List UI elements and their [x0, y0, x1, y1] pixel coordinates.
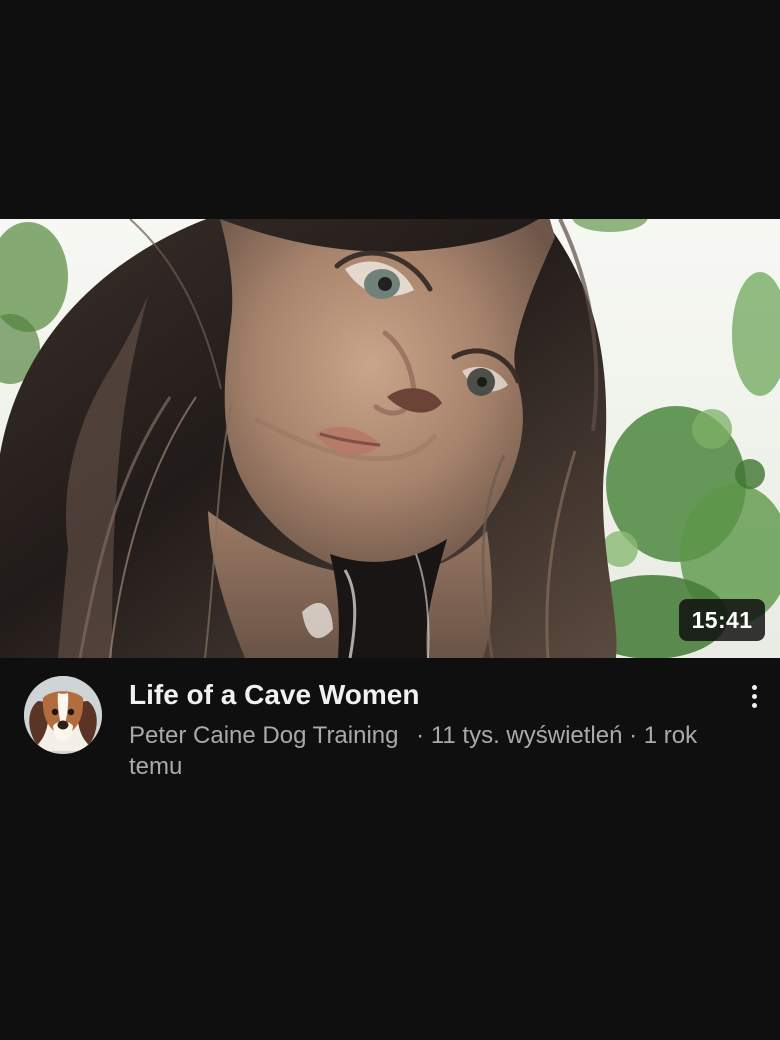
more-actions-button[interactable] — [734, 676, 774, 716]
video-title[interactable]: Life of a Cave Women — [129, 677, 719, 713]
channel-name[interactable]: Peter Caine Dog Training — [129, 722, 398, 749]
youtube-video-result-page: 15:41 Life of a Cave Women Peter Caine D… — [0, 0, 780, 1040]
more-vert-icon — [751, 702, 757, 708]
channel-avatar[interactable] — [24, 676, 102, 754]
video-thumbnail[interactable]: 15:41 — [0, 219, 780, 658]
dog-avatar-icon — [24, 676, 102, 754]
thumbnail-image — [0, 219, 780, 658]
video-details: Life of a Cave Women Peter Caine Dog Tra… — [0, 658, 780, 798]
video-duration-badge: 15:41 — [679, 599, 765, 641]
view-count: · 11 tys. wyświetleń — [416, 722, 623, 749]
video-metadata: Peter Caine Dog Training · 11 tys. wyświ… — [129, 720, 744, 782]
more-vert-icon — [751, 693, 757, 699]
more-vert-icon — [751, 684, 757, 690]
